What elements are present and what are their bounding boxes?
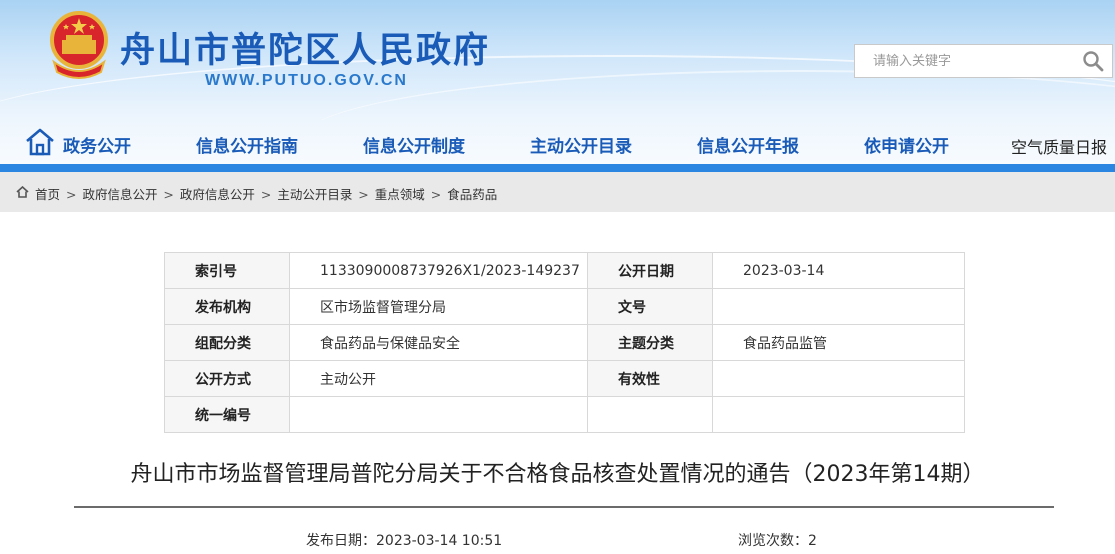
title-divider (74, 506, 1054, 508)
search-box (854, 44, 1113, 78)
breadcrumb: 首页 > 政府信息公开 > 政府信息公开 > 主动公开目录 > 重点领域 > 食… (0, 172, 1115, 212)
value-validity (712, 360, 965, 397)
breadcrumb-item-food-drug[interactable]: 食品药品 (447, 187, 497, 202)
breadcrumb-item-gov-info-2[interactable]: 政府信息公开 (180, 187, 255, 202)
article-title: 舟山市市场监督管理局普陀分局关于不合格食品核查处置情况的通告（2023年第14期… (130, 462, 985, 487)
breadcrumb-separator: > (62, 187, 81, 202)
table-row: 发布机构 区市场监督管理分局 文号 (164, 288, 965, 325)
breadcrumb-item-home[interactable]: 首页 (35, 187, 60, 202)
nav-item-disclosure-system[interactable]: 信息公开制度 (363, 132, 465, 157)
label-publish-date: 公开日期 (587, 252, 713, 289)
label-validity: 有效性 (587, 360, 713, 397)
search-icon[interactable] (1082, 50, 1104, 72)
view-count: 浏览次数：2 (738, 533, 817, 549)
value-topic: 食品药品监管 (712, 324, 965, 361)
nav-item-annual-report[interactable]: 信息公开年报 (697, 132, 799, 157)
nav-item-gov-affairs[interactable]: 政务公开 (63, 132, 131, 157)
value-disclosure-method: 主动公开 (289, 360, 588, 397)
breadcrumb-item-active-catalog[interactable]: 主动公开目录 (277, 187, 352, 202)
label-unified-number: 统一编号 (164, 396, 290, 433)
value-index-number: 1133090008737926X1/2023-149237 (289, 252, 588, 289)
value-publisher: 区市场监督管理分局 (289, 288, 588, 325)
document-metadata-table: 索引号 1133090008737926X1/2023-149237 公开日期 … (164, 252, 965, 433)
nav-item-request-disclosure[interactable]: 依申请公开 (864, 132, 949, 157)
main-nav: 政务公开 信息公开指南 信息公开制度 主动公开目录 信息公开年报 依申请公开 空… (0, 120, 1115, 164)
publish-datetime: 发布日期：2023-03-14 10:51 (306, 533, 503, 549)
value-category: 食品药品与保健品安全 (289, 324, 588, 361)
breadcrumb-home-icon[interactable] (16, 186, 29, 198)
table-row: 索引号 1133090008737926X1/2023-149237 公开日期 … (164, 252, 965, 289)
breadcrumb-item-gov-info[interactable]: 政府信息公开 (82, 187, 157, 202)
nav-underline-bar (0, 164, 1115, 172)
value-unified-number (289, 396, 588, 433)
breadcrumb-separator: > (354, 187, 373, 202)
label-publisher: 发布机构 (164, 288, 290, 325)
label-topic: 主题分类 (587, 324, 713, 361)
empty-cell (712, 396, 965, 433)
label-disclosure-method: 公开方式 (164, 360, 290, 397)
label-doc-number: 文号 (587, 288, 713, 325)
site-url[interactable]: WWW.PUTUO.GOV.CN (205, 72, 408, 90)
value-doc-number (712, 288, 965, 325)
table-row: 组配分类 食品药品与保健品安全 主题分类 食品药品监管 (164, 324, 965, 361)
value-publish-date: 2023-03-14 (712, 252, 965, 289)
breadcrumb-separator: > (426, 187, 446, 202)
site-title[interactable]: 舟山市普陀区人民政府 (120, 22, 490, 73)
table-row: 统一编号 (164, 396, 965, 433)
home-icon[interactable] (24, 126, 56, 158)
breadcrumb-separator: > (159, 187, 178, 202)
label-index-number: 索引号 (164, 252, 290, 289)
nav-item-active-catalog[interactable]: 主动公开目录 (530, 132, 632, 157)
label-category: 组配分类 (164, 324, 290, 361)
breadcrumb-separator: > (256, 187, 276, 202)
breadcrumb-item-key-areas[interactable]: 重点领域 (375, 187, 425, 202)
breadcrumb-trail: 首页 > 政府信息公开 > 政府信息公开 > 主动公开目录 > 重点领域 > 食… (35, 184, 497, 203)
search-input[interactable] (855, 45, 1075, 77)
nav-item-air-quality[interactable]: 空气质量日报 (1011, 134, 1107, 158)
table-row: 公开方式 主动公开 有效性 (164, 360, 965, 397)
national-emblem-icon (50, 11, 108, 79)
empty-cell (587, 396, 713, 433)
nav-item-disclosure-guide[interactable]: 信息公开指南 (196, 132, 298, 157)
site-header: 舟山市普陀区人民政府 WWW.PUTUO.GOV.CN (0, 0, 1115, 120)
